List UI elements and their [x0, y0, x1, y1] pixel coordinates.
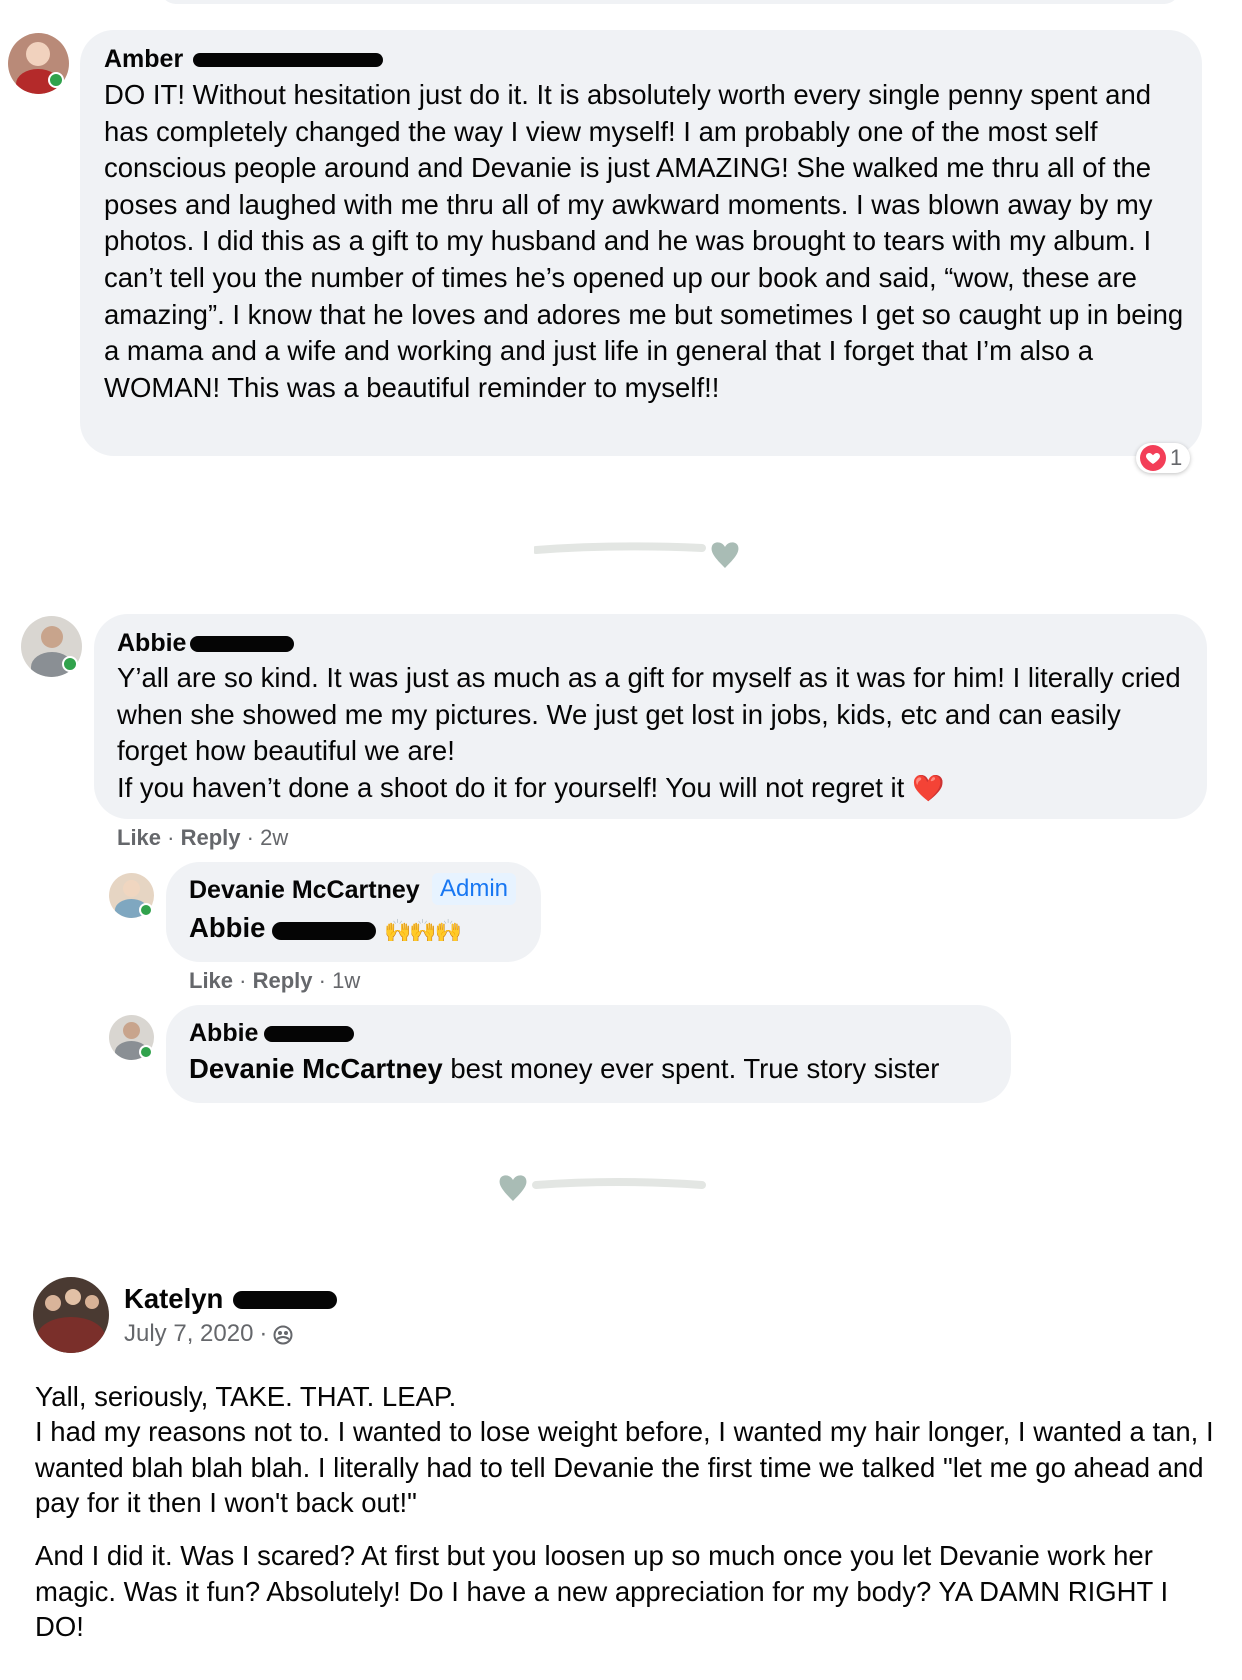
previous-comment-edge — [160, 0, 1180, 4]
post-date[interactable]: July 7, 2020 — [124, 1320, 253, 1348]
avatar[interactable] — [33, 1277, 109, 1353]
reply-button[interactable]: Reply — [253, 968, 313, 993]
heart-icon — [711, 542, 739, 568]
decorative-divider — [496, 1165, 706, 1205]
post-text-line: Yall, seriously, TAKE. THAT. LEAP. — [35, 1381, 457, 1412]
commenter-name[interactable]: Abbie — [117, 629, 186, 658]
admin-badge: Admin — [432, 873, 517, 905]
comment-text-end: If you haven’t done a shoot do it for yo… — [117, 772, 905, 803]
separator-dot: · — [259, 1320, 268, 1347]
red-heart-emoji: ❤️ — [911, 773, 945, 803]
comment-text: DO IT! Without hesitation just do it. It… — [104, 79, 1184, 403]
mention-tag[interactable]: Devanie McCartney — [189, 1053, 443, 1084]
mention-tag[interactable]: Abbie — [189, 912, 265, 944]
comment-actions: Like · Reply · 1w — [189, 968, 360, 994]
avatar-face — [123, 880, 140, 897]
online-status-dot — [139, 1045, 153, 1059]
comment-text: Y’all are so kind. It was just as much a… — [117, 662, 1181, 767]
avatar-face — [123, 1022, 140, 1039]
post-meta: July 7, 2020 · — [124, 1320, 293, 1348]
raised-hands-emoji: 🙌🙌🙌 — [384, 918, 462, 943]
separator-dot: · — [167, 825, 181, 850]
reply-button[interactable]: Reply — [181, 825, 241, 850]
comment-text-line: If you haven’t done a shoot do it for yo… — [117, 770, 1192, 807]
redacted-surname — [190, 636, 294, 652]
like-button[interactable]: Like — [189, 968, 233, 993]
reply-text: Devanie McCartney best money ever spent.… — [189, 1051, 939, 1088]
avatar-face — [41, 626, 63, 648]
reaction-count: 1 — [1170, 445, 1183, 470]
reaction-summary[interactable]: 1 — [1136, 443, 1191, 473]
redacted-surname — [233, 1291, 337, 1309]
commenter-name[interactable]: Amber — [104, 45, 183, 74]
commenter-name[interactable]: Devanie McCartney — [189, 876, 420, 905]
separator-dot: · — [246, 825, 261, 850]
decorative-divider — [532, 528, 744, 568]
like-button[interactable]: Like — [117, 825, 161, 850]
comment-actions: Like · Reply · 2w — [117, 825, 288, 851]
online-status-dot — [48, 72, 64, 88]
avatar-clothes — [37, 1317, 105, 1353]
avatar-face — [65, 1289, 81, 1305]
separator-dot: · — [318, 968, 333, 993]
author-name[interactable]: Katelyn — [124, 1283, 223, 1315]
reply-message: best money ever spent. True story sister — [450, 1053, 940, 1084]
post-text: And I did it. Was I scared? At first but… — [35, 1540, 1169, 1642]
comment-timestamp[interactable]: 1w — [332, 968, 360, 993]
online-status-dot — [139, 903, 153, 917]
redacted-surname — [264, 1026, 354, 1042]
online-status-dot — [62, 656, 78, 672]
avatar-face — [85, 1295, 99, 1309]
comment-timestamp[interactable]: 2w — [260, 825, 288, 850]
love-reaction-icon — [1140, 445, 1166, 471]
avatar-face — [26, 42, 50, 66]
avatar-face — [45, 1295, 61, 1311]
friends-icon — [273, 1324, 293, 1345]
commenter-name[interactable]: Abbie — [189, 1019, 258, 1048]
separator-dot: · — [239, 968, 253, 993]
post-text: I had my reasons not to. I wanted to los… — [35, 1416, 1214, 1518]
heart-icon — [499, 1175, 527, 1201]
redacted-surname — [272, 922, 376, 940]
redacted-surname — [193, 53, 383, 67]
